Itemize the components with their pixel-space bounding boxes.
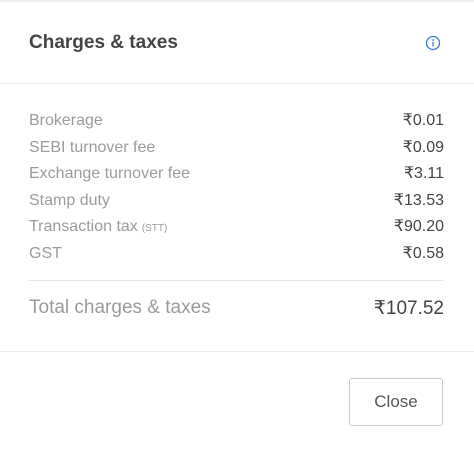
dialog-footer: Close bbox=[0, 354, 474, 451]
total-value: ₹107.52 bbox=[373, 297, 444, 319]
close-button[interactable]: Close bbox=[349, 378, 443, 426]
charge-label: Exchange turnover fee bbox=[29, 165, 190, 182]
charge-row-stamp-duty: Stamp duty ₹13.53 bbox=[29, 190, 444, 217]
charge-row-exchange-turnover-fee: Exchange turnover fee ₹3.11 bbox=[29, 163, 444, 190]
charge-sublabel: (STT) bbox=[141, 223, 168, 234]
info-icon[interactable] bbox=[425, 35, 441, 51]
charge-value: ₹13.53 bbox=[393, 191, 444, 209]
charge-row-sebi-turnover-fee: SEBI turnover fee ₹0.09 bbox=[29, 137, 444, 164]
charge-label: Transaction tax (STT) bbox=[29, 218, 168, 235]
charge-value: ₹0.09 bbox=[402, 138, 444, 156]
charge-value: ₹0.58 bbox=[402, 244, 444, 262]
charge-value: ₹3.11 bbox=[403, 165, 444, 182]
total-row: Total charges & taxes ₹107.52 bbox=[29, 281, 444, 335]
charge-row-gst: GST ₹0.58 bbox=[29, 243, 444, 270]
dialog-title: Charges & taxes bbox=[29, 31, 178, 53]
dialog-header: Charges & taxes bbox=[0, 2, 474, 84]
charge-row-transaction-tax: Transaction tax (STT) ₹90.20 bbox=[29, 216, 444, 243]
charge-label: GST bbox=[29, 244, 62, 262]
charge-label: SEBI turnover fee bbox=[29, 138, 156, 156]
total-label: Total charges & taxes bbox=[29, 297, 211, 318]
charge-row-brokerage: Brokerage ₹0.01 bbox=[29, 110, 444, 137]
charges-dialog: Charges & taxes Brokerage ₹0.01 SEBI tur… bbox=[0, 0, 474, 451]
charge-label: Stamp duty bbox=[29, 191, 110, 209]
charges-body: Brokerage ₹0.01 SEBI turnover fee ₹0.09 … bbox=[0, 84, 474, 352]
charge-value: ₹0.01 bbox=[402, 112, 444, 129]
charge-value: ₹90.20 bbox=[393, 218, 444, 235]
charge-label: Brokerage bbox=[29, 112, 103, 129]
